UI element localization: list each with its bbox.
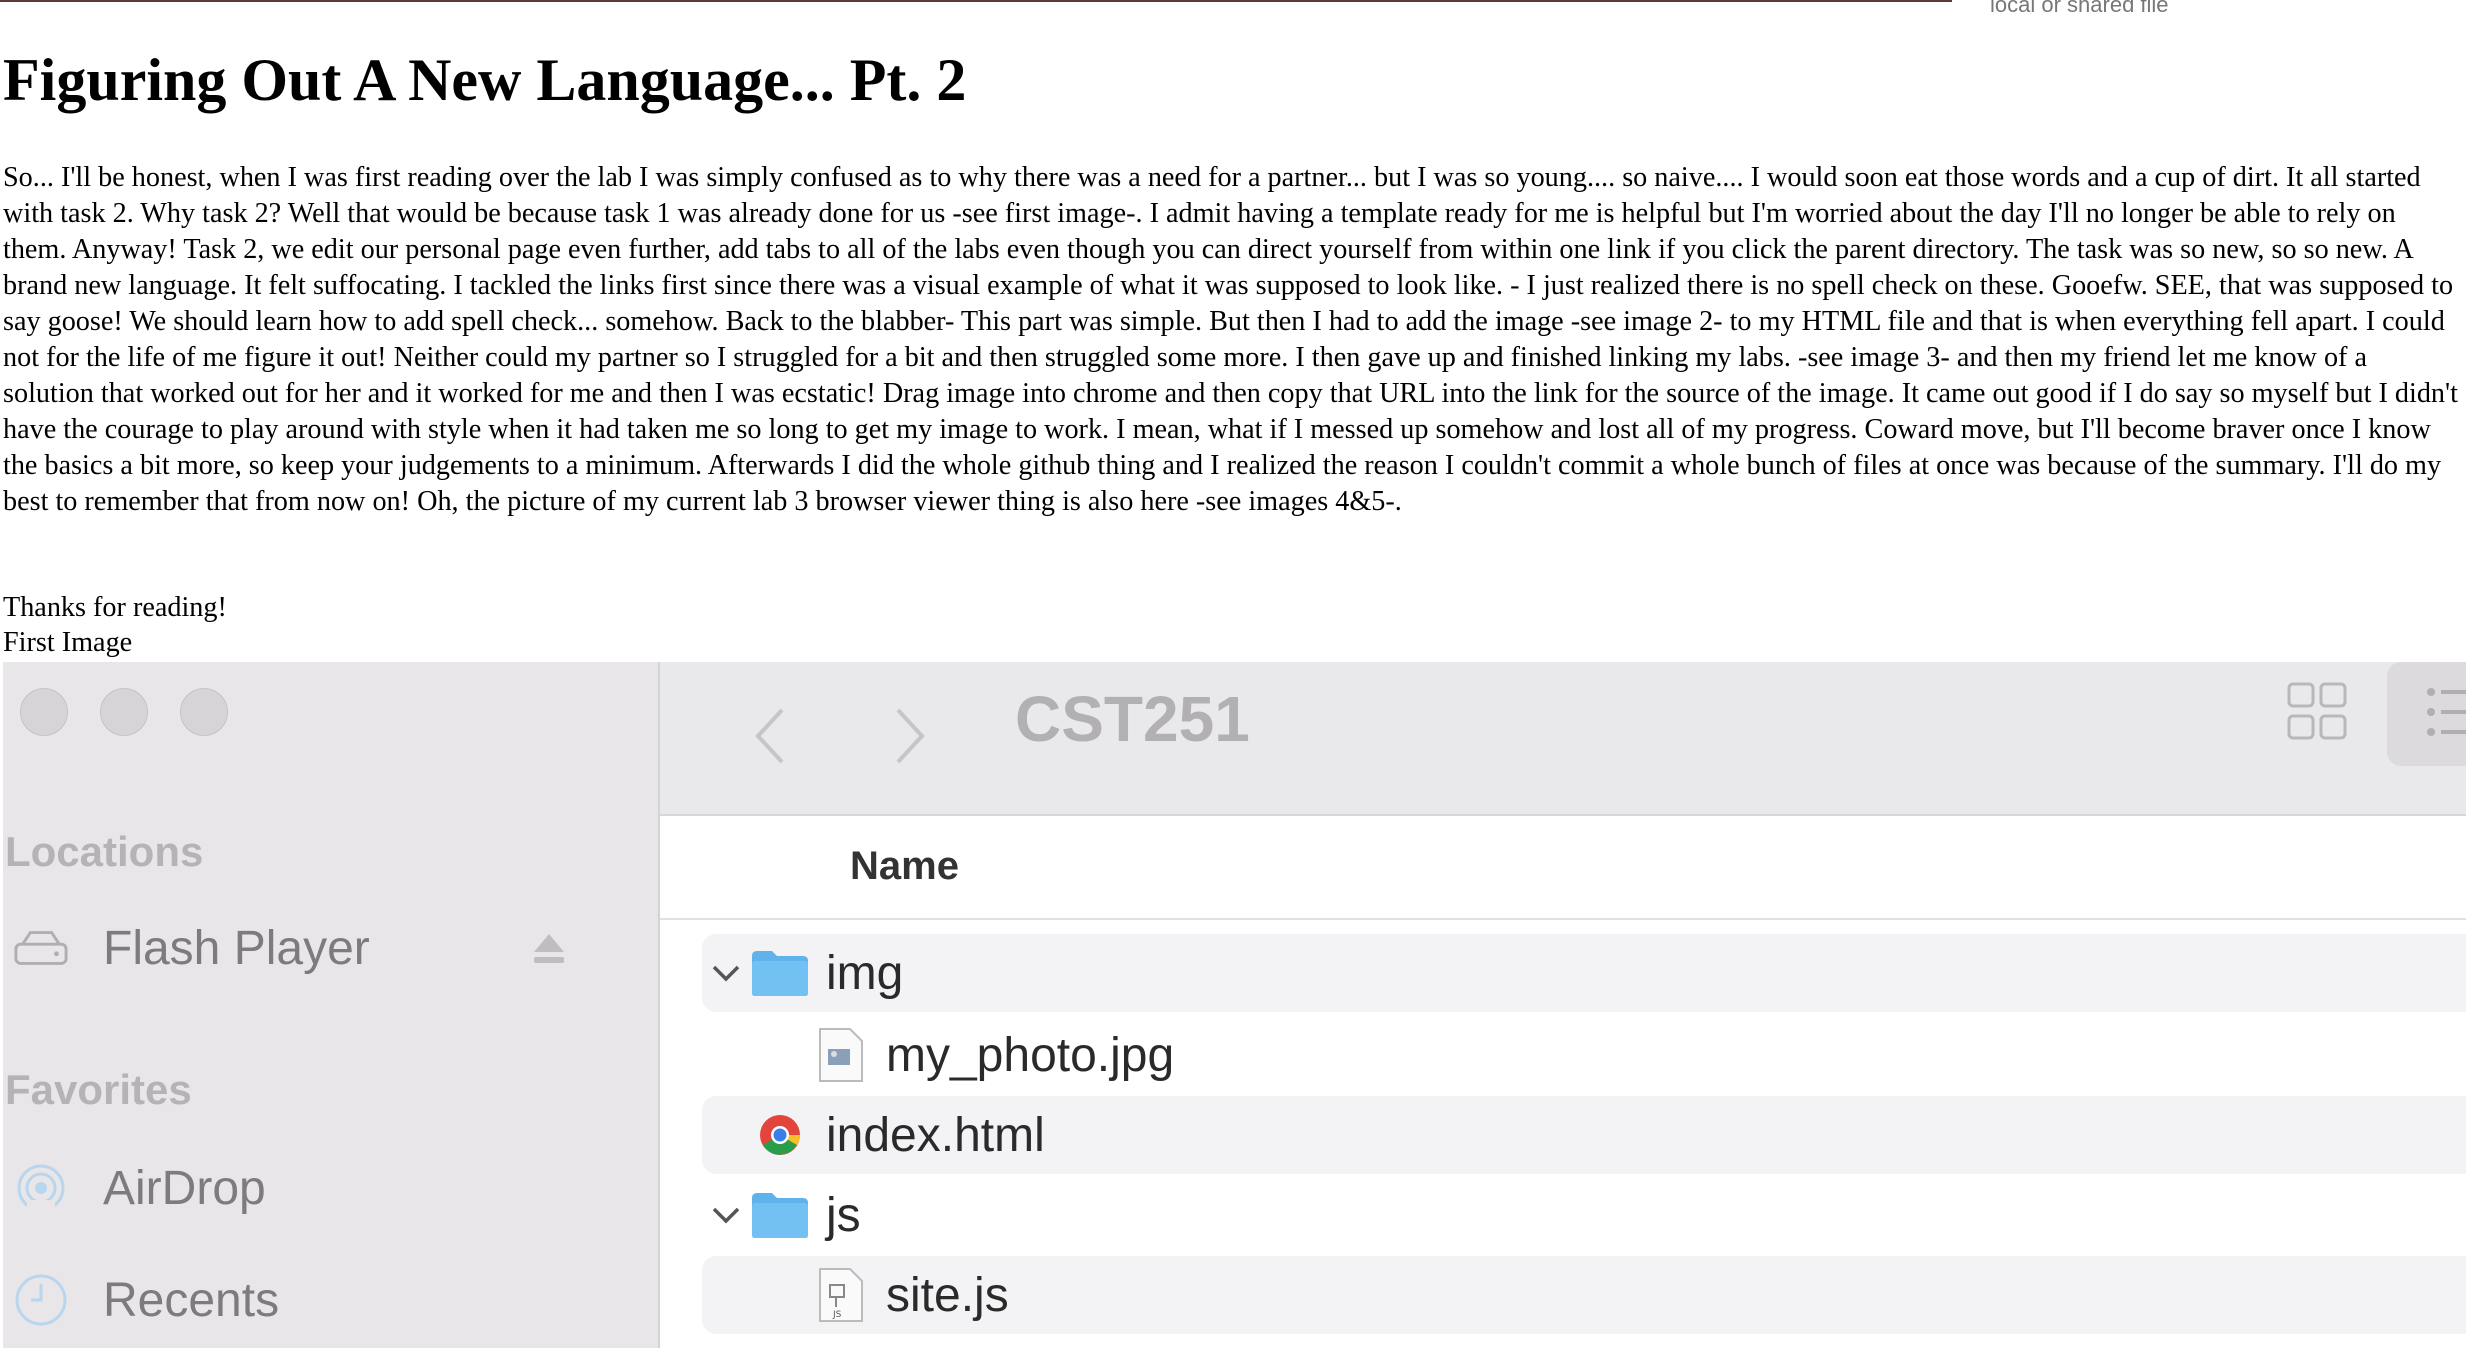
file-name: img (826, 946, 904, 1000)
locations-section-label: Locations (5, 828, 204, 875)
svg-text:JS: JS (832, 1310, 842, 1320)
chevron-down-icon[interactable] (702, 949, 750, 997)
file-row-js[interactable]: js (702, 1176, 2466, 1254)
forward-button[interactable] (890, 706, 930, 771)
sidebar-item-label: Flash Player (103, 921, 370, 975)
sidebar-item-recents[interactable]: Recents (13, 1272, 279, 1328)
folder-icon (750, 1185, 810, 1245)
list-view-button[interactable] (2387, 662, 2466, 766)
clock-icon (13, 1272, 69, 1328)
zoom-window-button[interactable] (180, 688, 228, 736)
file-row-img[interactable]: img (702, 934, 2466, 1012)
file-row-site-js[interactable]: JS site.js (702, 1256, 2466, 1334)
finder-main: CST251 Name img my_photo.jpg index.html … (660, 662, 2466, 1348)
back-button[interactable] (750, 706, 790, 771)
js-file-icon: JS (810, 1265, 870, 1325)
airdrop-icon (13, 1160, 69, 1216)
sidebar-item-label: Recents (103, 1273, 280, 1327)
name-column-header[interactable]: Name (850, 844, 959, 889)
file-name: site.js (886, 1268, 1009, 1322)
file-row-my-photo[interactable]: my_photo.jpg (702, 1016, 2466, 1094)
favorites-section-label: Favorites (5, 1066, 192, 1113)
sidebar-item-flash-player[interactable]: Flash Player (13, 920, 370, 976)
sidebar-item-airdrop[interactable]: AirDrop (13, 1160, 266, 1216)
finder-toolbar: CST251 (660, 662, 2466, 816)
chrome-file-icon (750, 1105, 810, 1165)
file-row-index-html[interactable]: index.html (702, 1096, 2466, 1174)
file-name: js (826, 1188, 861, 1242)
chevron-down-icon[interactable] (702, 1191, 750, 1239)
grid-view-icon[interactable] (2285, 678, 2349, 747)
column-header[interactable]: Name (660, 814, 2466, 920)
thanks-text: Thanks for reading! (3, 592, 227, 623)
file-name: index.html (826, 1108, 1045, 1162)
eject-icon[interactable] (531, 930, 567, 971)
blog-body: So... I'll be honest, when I was first r… (3, 162, 2458, 517)
sidebar-item-label: AirDrop (103, 1161, 266, 1215)
finder-screenshot: Locations Flash Player Favorites AirDrop… (3, 662, 2466, 1348)
list-view-icon (2427, 682, 2466, 747)
image-caption: First Image (3, 627, 133, 658)
top-right-note: local or shared file (1990, 0, 2169, 17)
folder-icon (750, 943, 810, 1003)
drive-icon (13, 920, 69, 976)
file-name: my_photo.jpg (886, 1028, 1175, 1082)
folder-title: CST251 (1015, 683, 1250, 755)
image-file-icon (810, 1025, 870, 1085)
minimize-window-button[interactable] (100, 688, 148, 736)
page-title: Figuring Out A New Language... Pt. 2 (3, 47, 967, 113)
finder-sidebar: Locations Flash Player Favorites AirDrop… (3, 662, 660, 1348)
close-window-button[interactable] (20, 688, 68, 736)
top-divider (0, 0, 1952, 2)
